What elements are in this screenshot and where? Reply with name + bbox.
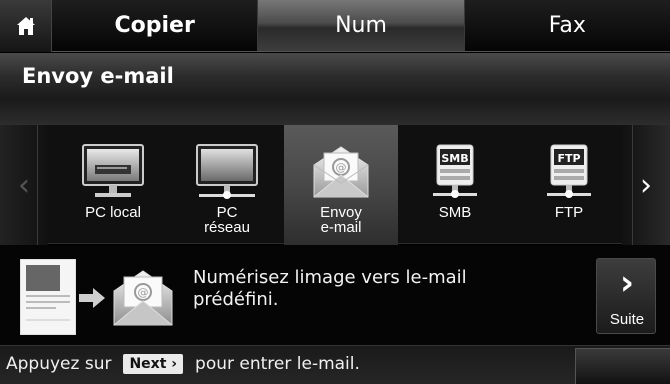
home-icon bbox=[16, 17, 35, 35]
description-text: Numérisez limage vers le-mail prédéfini. bbox=[193, 267, 583, 311]
carousel-item-label: SMB bbox=[438, 204, 472, 221]
description-panel: @ Numérisez limage vers le-mail prédéfin… bbox=[0, 245, 670, 345]
chevron-left-icon: ‹ bbox=[18, 167, 30, 203]
carousel-item-label-line2: e-mail bbox=[320, 219, 362, 236]
carousel-item-smb[interactable]: SMB SMB bbox=[398, 125, 512, 245]
svg-text:@: @ bbox=[336, 161, 347, 174]
document-icon bbox=[20, 259, 76, 335]
smb-badge-text: SMB bbox=[441, 152, 468, 165]
pc-network-icon bbox=[196, 144, 258, 199]
carousel-item-label: PC bbox=[216, 204, 238, 221]
description-line-1: Numérisez limage vers le-mail bbox=[193, 267, 467, 288]
carousel-item-ftp[interactable]: FTP FTP bbox=[512, 125, 626, 245]
email-icon: @ bbox=[313, 146, 369, 198]
chevron-right-icon: › bbox=[619, 263, 634, 303]
chevron-right-icon: › bbox=[640, 167, 652, 203]
carousel-item-label: FTP bbox=[554, 204, 584, 221]
carousel-prev-button[interactable]: ‹ bbox=[0, 125, 48, 245]
svg-text:@: @ bbox=[138, 286, 149, 299]
hint-text: Appuyez sur Next › pour entrer le-mail. bbox=[6, 354, 360, 374]
tab-num[interactable]: Num bbox=[258, 0, 465, 51]
tab-fax-label: Fax bbox=[548, 13, 586, 38]
tab-copier[interactable]: Copier bbox=[52, 0, 259, 51]
carousel-item-label-line2: réseau bbox=[204, 219, 250, 236]
tab-fax[interactable]: Fax bbox=[464, 0, 670, 51]
carousel-next-button[interactable]: › bbox=[622, 125, 670, 245]
mail-envelope-icon: @ bbox=[113, 270, 173, 326]
divider-band bbox=[0, 98, 670, 124]
description-line-2: prédéfini. bbox=[193, 289, 279, 310]
carousel-item-label: Envoy bbox=[320, 204, 362, 221]
carousel-item-pc-local[interactable]: PC local bbox=[56, 125, 170, 245]
tab-copier-label: Copier bbox=[114, 13, 195, 38]
tab-num-label: Num bbox=[335, 13, 387, 38]
bottom-corner-tab bbox=[575, 348, 670, 384]
carousel-item-email[interactable]: @ Envoy e-mail bbox=[284, 125, 398, 245]
page-title-bar: Envoy e-mail bbox=[0, 53, 670, 98]
arrow-right-icon bbox=[79, 288, 105, 308]
destination-carousel: ‹ PC local PC réseau @ Envoy e-mail SMB … bbox=[0, 124, 670, 245]
smb-icon: SMB bbox=[433, 144, 477, 198]
hint-bar: Appuyez sur Next › pour entrer le-mail. bbox=[0, 345, 670, 384]
next-key-badge: Next › bbox=[123, 354, 184, 374]
hint-suffix: pour entrer le-mail. bbox=[195, 354, 360, 374]
carousel-item-pc-network[interactable]: PC réseau bbox=[170, 125, 284, 245]
top-tab-bar: Copier Num Fax bbox=[0, 0, 670, 52]
home-button[interactable] bbox=[0, 0, 52, 52]
pc-local-icon bbox=[82, 144, 144, 197]
suite-button[interactable]: › Suite bbox=[596, 258, 656, 334]
suite-button-label: Suite bbox=[609, 311, 645, 328]
ftp-badge-text: FTP bbox=[557, 152, 580, 165]
ftp-icon: FTP bbox=[547, 144, 591, 198]
carousel-items: PC local PC réseau @ Envoy e-mail SMB SM… bbox=[56, 125, 626, 245]
page-title: Envoy e-mail bbox=[22, 63, 174, 88]
hint-prefix: Appuyez sur bbox=[6, 354, 112, 374]
carousel-item-label: PC local bbox=[85, 204, 141, 221]
